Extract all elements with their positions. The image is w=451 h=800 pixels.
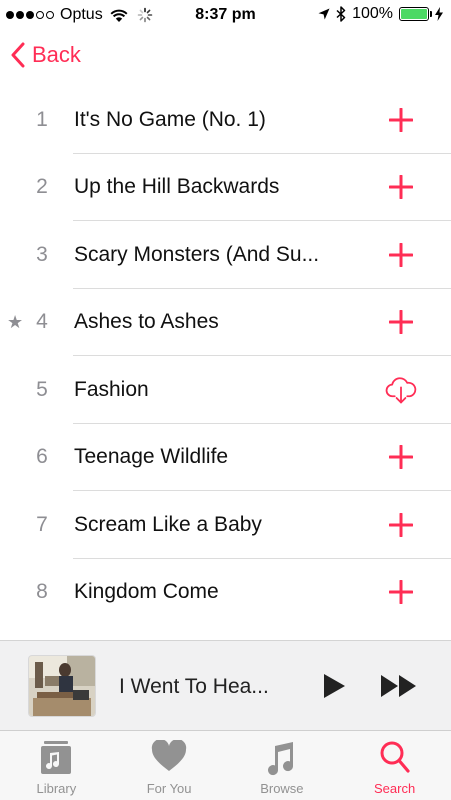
play-button[interactable] <box>318 671 348 701</box>
add-button[interactable] <box>385 441 417 473</box>
tab-icon-wrapper <box>113 740 226 776</box>
music-note-icon <box>267 742 293 776</box>
heart-icon <box>151 740 187 771</box>
track-number: 2 <box>36 175 48 199</box>
add-button[interactable] <box>385 104 417 136</box>
add-button[interactable] <box>385 171 417 203</box>
track-row[interactable]: 1 It's No Game (No. 1) <box>0 86 451 154</box>
plus-icon <box>389 512 413 537</box>
tab-label: For You <box>146 781 192 796</box>
add-button[interactable] <box>385 306 417 338</box>
track-list: 1 It's No Game (No. 1) 2 Up the Hill Backwa… <box>0 86 451 626</box>
track-row[interactable]: 6 Teenage Wildlife <box>0 424 451 492</box>
status-right: 100% <box>318 5 443 23</box>
location-arrow-icon <box>318 8 330 20</box>
track-number: 1 <box>36 107 48 131</box>
track-row[interactable]: 8 Kingdom Come <box>0 559 451 627</box>
library-icon <box>41 741 72 774</box>
plus-icon <box>389 242 413 267</box>
add-button[interactable] <box>385 509 417 541</box>
plus-icon <box>389 580 413 605</box>
track-row[interactable]: 7 Scream Like a Baby <box>0 491 451 559</box>
album-art-image <box>29 656 95 716</box>
search-icon <box>380 741 410 773</box>
tab-label: Library <box>36 781 77 796</box>
battery-percent: 100% <box>352 5 393 22</box>
track-row[interactable]: 3 Scary Monsters (And Su... <box>0 221 451 289</box>
track-title: Teenage Wildlife <box>74 445 229 469</box>
fast-forward-button[interactable] <box>379 673 419 699</box>
track-title: Kingdom Come <box>74 580 219 604</box>
battery-level-fill <box>401 9 427 19</box>
track-title: Fashion <box>74 377 149 401</box>
mini-player[interactable]: I Went To Hea... <box>0 640 451 730</box>
tab-browse[interactable]: Browse <box>226 731 339 800</box>
navigation-bar: Back <box>0 38 451 82</box>
track-number: 3 <box>36 242 48 266</box>
track-row[interactable]: ★ 4 Ashes to Ashes <box>0 289 451 357</box>
track-number: 5 <box>36 377 48 401</box>
charging-bolt-icon <box>435 7 443 21</box>
tab-for-you[interactable]: For You <box>113 731 226 800</box>
plus-icon <box>389 310 413 335</box>
tab-label: Search <box>374 781 416 796</box>
track-number: 8 <box>36 580 48 604</box>
now-playing-title[interactable]: I Went To Hea... <box>119 675 269 699</box>
track-title: It's No Game (No. 1) <box>74 107 266 131</box>
track-title: Scream Like a Baby <box>74 512 262 536</box>
track-title: Ashes to Ashes <box>74 310 219 334</box>
track-number: 6 <box>36 445 48 469</box>
tab-icon-wrapper <box>0 740 113 776</box>
add-button[interactable] <box>385 239 417 271</box>
tab-label: Browse <box>260 781 304 796</box>
plus-icon <box>389 175 413 200</box>
back-label: Back <box>32 42 81 67</box>
track-title: Up the Hill Backwards <box>74 175 280 199</box>
tab-icon-wrapper <box>226 740 339 776</box>
star-icon: ★ <box>7 311 24 332</box>
plus-icon <box>389 107 413 132</box>
track-number: 4 <box>36 310 48 334</box>
chevron-left-icon <box>11 42 25 68</box>
battery-cap <box>429 11 432 17</box>
tab-library[interactable]: Library <box>0 731 113 800</box>
status-bar: Optus 8:37 pm 100% <box>0 0 451 30</box>
tab-bar: Library For You Browse Search <box>0 730 451 800</box>
track-row[interactable]: 5 Fashion <box>0 356 451 424</box>
track-row[interactable]: 2 Up the Hill Backwards <box>0 154 451 222</box>
track-title: Scary Monsters (And Su... <box>74 242 320 266</box>
plus-icon <box>389 445 413 470</box>
cloud-download-button[interactable] <box>385 374 417 406</box>
screen: Optus 8:37 pm 100% Back 1 It's No Game (… <box>0 0 451 800</box>
battery-icon <box>399 7 432 21</box>
track-number: 7 <box>36 512 48 536</box>
bluetooth-icon <box>336 6 346 22</box>
cloud-download-icon <box>385 377 417 404</box>
tab-icon-wrapper <box>338 740 451 776</box>
back-button[interactable]: Back <box>10 42 81 68</box>
album-artwork[interactable] <box>29 656 95 716</box>
tab-search[interactable]: Search <box>338 731 451 800</box>
add-button[interactable] <box>385 576 417 608</box>
